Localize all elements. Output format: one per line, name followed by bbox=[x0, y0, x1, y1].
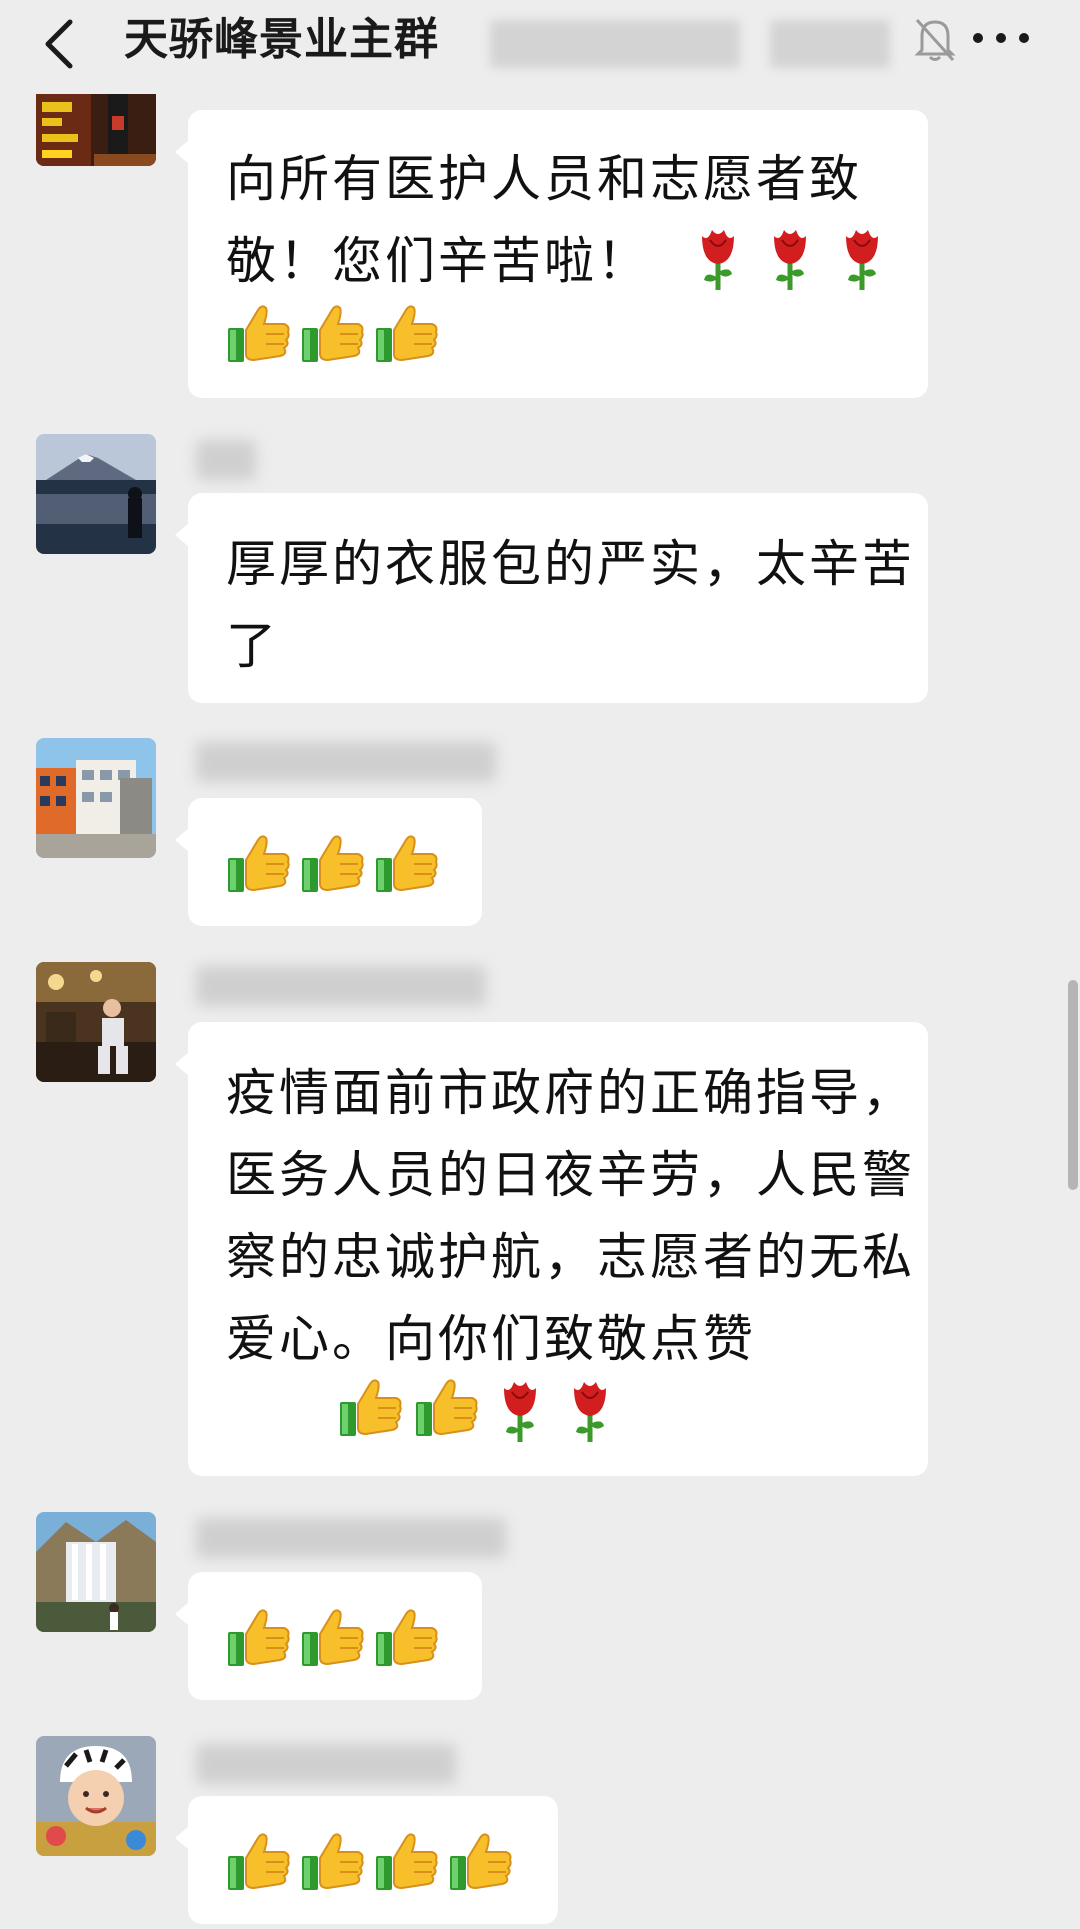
message-bubble[interactable] bbox=[175, 1572, 482, 1700]
thumbs-up-emoji-icon bbox=[338, 1374, 404, 1444]
bell-off-icon bbox=[914, 18, 956, 62]
sender-name-redacted bbox=[196, 742, 496, 782]
avatar[interactable] bbox=[36, 962, 156, 1082]
rose-emoji-icon bbox=[688, 222, 748, 292]
thumbs-up-emoji-icon bbox=[300, 830, 366, 896]
thumbs-up-emoji-icon bbox=[226, 1604, 292, 1670]
more-dots-icon[interactable] bbox=[966, 18, 1036, 58]
message-bubble[interactable]: 向所有医护人员和志愿者致敬！您们辛苦啦！ bbox=[175, 110, 928, 398]
thumbs-up-emoji-icon bbox=[374, 300, 440, 366]
message-bubble[interactable]: 厚厚的衣服包的严实，太辛苦了 bbox=[175, 493, 928, 703]
avatar[interactable] bbox=[36, 434, 156, 554]
title-redacted-2 bbox=[770, 20, 890, 68]
title-redacted bbox=[490, 20, 740, 68]
emoji-row bbox=[226, 1604, 440, 1670]
sender-name-redacted bbox=[196, 440, 256, 480]
chevron-left-icon[interactable] bbox=[40, 14, 80, 74]
thumbs-up-emoji-icon bbox=[300, 1828, 366, 1894]
thumbs-up-emoji-icon bbox=[226, 1828, 292, 1894]
thumbs-up-emoji-icon bbox=[226, 300, 292, 366]
rose-emoji-icon bbox=[760, 222, 820, 292]
thumbs-up-emoji-icon bbox=[414, 1374, 480, 1444]
avatar[interactable] bbox=[36, 78, 156, 166]
thumbs-up-emoji-icon bbox=[374, 1828, 440, 1894]
message-bubble[interactable] bbox=[175, 798, 482, 926]
thumbs-up-emoji-icon bbox=[300, 300, 366, 366]
message-text-content: 疫情面前市政府的正确指导，医务人员的日夜辛劳，人民警察的忠诚护航，志愿者的无私爱… bbox=[226, 1064, 915, 1368]
rose-emoji-icon bbox=[832, 222, 892, 292]
message-bubble[interactable] bbox=[175, 1796, 558, 1924]
avatar[interactable] bbox=[36, 1512, 156, 1632]
sender-name-redacted bbox=[196, 1518, 506, 1558]
thumbs-up-emoji-icon bbox=[226, 830, 292, 896]
thumbs-up-emoji-icon bbox=[374, 1604, 440, 1670]
rose-emoji-icon bbox=[490, 1374, 550, 1444]
avatar[interactable] bbox=[36, 1736, 156, 1856]
sender-name-redacted bbox=[196, 966, 486, 1006]
avatar[interactable] bbox=[36, 738, 156, 858]
thumbs-up-emoji-icon bbox=[300, 1604, 366, 1670]
emoji-row bbox=[688, 222, 892, 292]
message-text: 厚厚的衣服包的严实，太辛苦了 bbox=[226, 535, 915, 675]
sender-name-redacted bbox=[196, 1744, 456, 1784]
chat-title: 天骄峰景业主群 bbox=[124, 14, 439, 65]
emoji-row bbox=[226, 1828, 514, 1894]
message-text: 疫情面前市政府的正确指导，医务人员的日夜辛劳，人民警察的忠诚护航，志愿者的无私爱… bbox=[226, 1052, 926, 1380]
emoji-row bbox=[226, 830, 440, 896]
chat-header: 天骄峰景业主群 bbox=[0, 0, 1080, 90]
rose-emoji-icon bbox=[560, 1374, 620, 1444]
thumbs-up-emoji-icon bbox=[374, 830, 440, 896]
thumbs-up-emoji-icon bbox=[448, 1828, 514, 1894]
emoji-row bbox=[226, 300, 440, 366]
emoji-row bbox=[338, 1374, 620, 1444]
message-bubble[interactable]: 疫情面前市政府的正确指导，医务人员的日夜辛劳，人民警察的忠诚护航，志愿者的无私爱… bbox=[175, 1022, 928, 1476]
scrollbar[interactable] bbox=[1068, 980, 1078, 1190]
